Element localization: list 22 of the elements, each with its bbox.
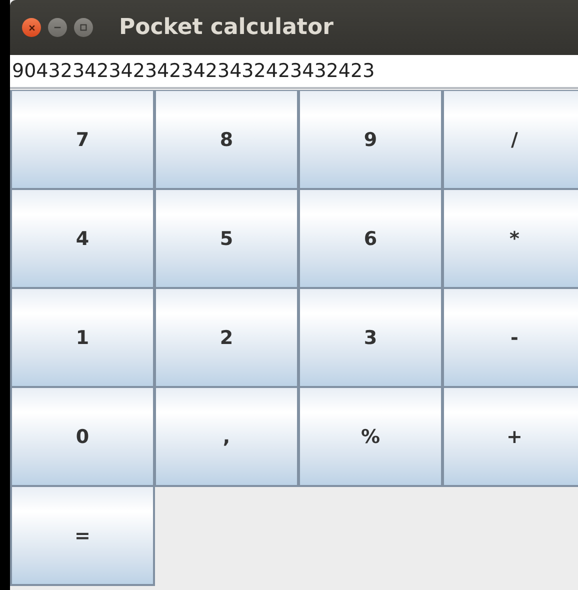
calculator-key[interactable]: % xyxy=(298,387,443,487)
display-field[interactable]: 904323423423423423432423432423 xyxy=(10,55,578,89)
minimize-icon[interactable] xyxy=(48,18,67,37)
maximize-icon[interactable] xyxy=(74,18,93,37)
calculator-key[interactable]: 6 xyxy=(298,189,443,289)
window-title: Pocket calculator xyxy=(119,15,334,40)
calculator-key[interactable]: 1 xyxy=(10,288,155,388)
calculator-key[interactable]: 3 xyxy=(298,288,443,388)
calculator-key[interactable]: 9 xyxy=(298,90,443,190)
calculator-key[interactable]: 7 xyxy=(10,90,155,190)
calculator-key[interactable]: * xyxy=(442,189,578,289)
calculator-key[interactable]: 5 xyxy=(154,189,299,289)
calculator-key[interactable]: / xyxy=(442,90,578,190)
calculator-key[interactable]: = xyxy=(10,486,155,586)
close-icon[interactable] xyxy=(22,18,41,37)
calculator-key[interactable]: 4 xyxy=(10,189,155,289)
calculator-key[interactable]: + xyxy=(442,387,578,487)
calculator-key[interactable]: 2 xyxy=(154,288,299,388)
calculator-key[interactable]: - xyxy=(442,288,578,388)
calculator-key[interactable]: , xyxy=(154,387,299,487)
calculator-key[interactable]: 0 xyxy=(10,387,155,487)
calculator-key[interactable]: 8 xyxy=(154,90,299,190)
